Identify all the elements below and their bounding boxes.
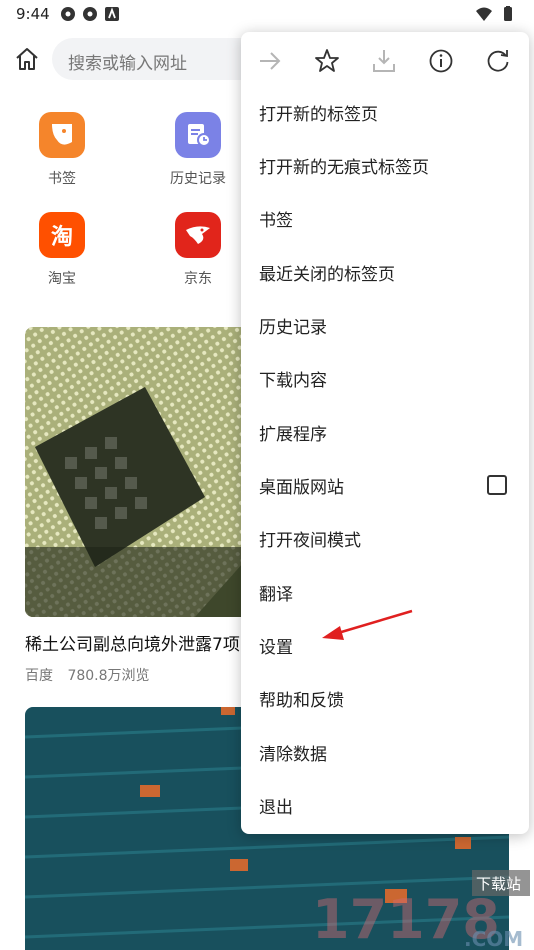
news-meta: 百度 780.8万浏览 bbox=[25, 665, 160, 685]
menu-item-label: 最近关闭的标签页 bbox=[259, 265, 395, 285]
quick-link-bookmarks[interactable]: 书签 bbox=[22, 112, 102, 188]
svg-text:.COM: .COM bbox=[464, 927, 523, 950]
menu-item-help-feedback[interactable]: 帮助和反馈 bbox=[241, 672, 529, 725]
quick-link-label: 历史记录 bbox=[170, 171, 226, 187]
menu-item-recent-tabs[interactable]: 最近关闭的标签页 bbox=[241, 246, 529, 299]
home-icon[interactable] bbox=[12, 44, 42, 74]
news-image[interactable] bbox=[25, 327, 275, 617]
refresh-icon[interactable] bbox=[483, 46, 513, 76]
history-icon bbox=[175, 112, 221, 158]
news-views: 780.8万浏览 bbox=[67, 668, 150, 684]
menu-item-extensions[interactable]: 扩展程序 bbox=[241, 406, 529, 459]
menu-item-label: 清除数据 bbox=[259, 745, 327, 765]
menu-item-label: 下载内容 bbox=[259, 371, 327, 391]
menu-item-label: 历史记录 bbox=[259, 318, 327, 338]
quick-link-jd[interactable]: 京东 bbox=[158, 212, 238, 288]
news-source: 百度 bbox=[25, 668, 53, 684]
taobao-icon: 淘 bbox=[39, 212, 85, 258]
menu-item-label: 桌面版网站 bbox=[259, 478, 344, 498]
menu-item-label: 书签 bbox=[259, 211, 293, 231]
menu-item-label: 打开新的标签页 bbox=[259, 105, 378, 125]
taobao-glyph: 淘 bbox=[50, 225, 73, 250]
menu-item-label: 扩展程序 bbox=[259, 425, 327, 445]
menu-item-clear-data[interactable]: 清除数据 bbox=[241, 726, 529, 779]
desktop-site-checkbox[interactable] bbox=[487, 475, 507, 495]
info-icon[interactable] bbox=[426, 46, 456, 76]
settings-icon bbox=[61, 7, 75, 21]
download-icon[interactable] bbox=[369, 46, 399, 76]
menu-toolbar bbox=[241, 32, 529, 88]
menu-item-downloads[interactable]: 下载内容 bbox=[241, 352, 529, 405]
menu-item-bookmarks[interactable]: 书签 bbox=[241, 192, 529, 245]
menu-item-new-tab[interactable]: 打开新的标签页 bbox=[241, 86, 529, 139]
menu-item-label: 退出 bbox=[259, 798, 293, 818]
status-icons-left bbox=[60, 6, 120, 22]
quick-link-history[interactable]: 历史记录 bbox=[158, 112, 238, 188]
status-time: 9:44 bbox=[16, 5, 50, 23]
menu-item-label: 打开夜间模式 bbox=[259, 531, 361, 551]
menu-item-translate[interactable]: 翻译 bbox=[241, 566, 529, 619]
overflow-menu: 打开新的标签页 打开新的无痕式标签页 书签 最近关闭的标签页 历史记录 下载内容… bbox=[241, 32, 529, 834]
menu-item-exit[interactable]: 退出 bbox=[241, 779, 529, 832]
watermark-logo: 17178 .COM 下载站 bbox=[304, 870, 534, 950]
svg-text:下载站: 下载站 bbox=[476, 875, 521, 893]
menu-item-night-mode[interactable]: 打开夜间模式 bbox=[241, 512, 529, 565]
quick-link-label: 书签 bbox=[48, 171, 76, 187]
quick-link-taobao[interactable]: 淘 淘宝 bbox=[22, 212, 102, 288]
status-icons-right bbox=[476, 6, 516, 22]
menu-item-label: 翻译 bbox=[259, 585, 293, 605]
menu-item-desktop-site[interactable]: 桌面版网站 bbox=[241, 459, 529, 512]
wifi-icon bbox=[476, 7, 492, 21]
jd-icon bbox=[175, 212, 221, 258]
forward-icon[interactable] bbox=[255, 46, 285, 76]
menu-item-label: 帮助和反馈 bbox=[259, 691, 344, 711]
settings-icon bbox=[83, 7, 97, 21]
menu-item-settings[interactable]: 设置 bbox=[241, 619, 529, 672]
battery-icon bbox=[504, 6, 512, 21]
quick-link-label: 淘宝 bbox=[48, 271, 76, 287]
news-title[interactable]: 稀土公司副总向境外泄露7项 bbox=[25, 630, 255, 655]
quick-link-label: 京东 bbox=[184, 271, 212, 287]
star-icon[interactable] bbox=[312, 46, 342, 76]
menu-item-label: 打开新的无痕式标签页 bbox=[259, 158, 429, 178]
menu-item-new-incognito-tab[interactable]: 打开新的无痕式标签页 bbox=[241, 139, 529, 192]
menu-item-history[interactable]: 历史记录 bbox=[241, 299, 529, 352]
bookmark-icon bbox=[39, 112, 85, 158]
menu-item-label: 设置 bbox=[259, 638, 293, 658]
search-placeholder: 搜索或输入网址 bbox=[68, 54, 187, 74]
status-bar: 9:44 bbox=[0, 0, 534, 28]
notification-icon bbox=[105, 7, 119, 21]
